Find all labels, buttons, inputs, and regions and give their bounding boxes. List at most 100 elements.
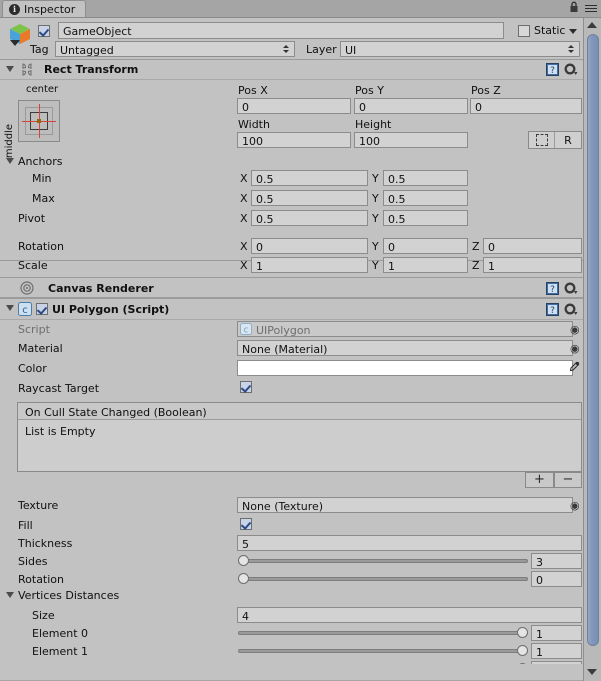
vertices-element-2-slider-knob[interactable]	[517, 663, 528, 664]
scale-z-input[interactable]: 1	[483, 257, 582, 273]
event-add-button[interactable]: +	[525, 472, 554, 488]
help-book-icon[interactable]: ?	[546, 282, 559, 295]
vertices-element-0-slider-track[interactable]	[238, 631, 528, 635]
anchor-max-label: Max	[32, 192, 55, 205]
thickness-input[interactable]: 5	[237, 535, 582, 551]
material-select-icon[interactable]: ◉	[570, 342, 580, 355]
ui-polygon-foldout-icon[interactable]	[6, 305, 14, 311]
pos-y-input[interactable]: 0	[354, 98, 468, 114]
pos-x-input[interactable]: 0	[237, 98, 351, 114]
vertical-scrollbar[interactable]	[583, 18, 601, 681]
rotation-z-input[interactable]: 0	[483, 238, 582, 254]
scale-x-input[interactable]: 1	[251, 257, 368, 273]
material-input[interactable]: None (Material)	[237, 340, 573, 356]
svg-text:?: ?	[550, 306, 555, 316]
gear-icon[interactable]	[564, 303, 578, 316]
scale-z-axis: Z	[472, 259, 480, 272]
width-label: Width	[238, 118, 270, 131]
sides-slider-track[interactable]	[238, 559, 528, 563]
anchor-min-x-input[interactable]: 0.5	[251, 170, 368, 186]
rect-transform-icon	[22, 63, 32, 76]
info-icon: i	[9, 3, 20, 15]
thickness-row: Thickness 5	[0, 534, 583, 552]
gear-icon[interactable]	[564, 282, 578, 295]
raw-edit-button[interactable]: R	[555, 132, 581, 148]
fill-checkbox[interactable]	[240, 518, 252, 530]
color-swatch[interactable]	[237, 360, 573, 376]
rotation-x-input[interactable]: 0	[251, 238, 368, 254]
scrollbar-thumb[interactable]	[587, 34, 599, 646]
help-book-icon[interactable]: ?	[546, 303, 559, 316]
ui-polygon-enabled-checkbox[interactable]	[36, 303, 48, 315]
polygon-rotation-slider-track[interactable]	[238, 577, 528, 581]
vertices-size-row: Size 4	[0, 606, 583, 624]
scale-y-input[interactable]: 1	[383, 257, 468, 273]
sides-label: Sides	[18, 555, 48, 568]
anchor-min-y-input[interactable]: 0.5	[383, 170, 468, 186]
anchor-max-y-axis: Y	[372, 192, 379, 205]
layer-dropdown[interactable]: UI	[340, 41, 580, 57]
vertices-element-1-slider-knob[interactable]	[517, 645, 528, 656]
rotation-x-axis: X	[240, 240, 248, 253]
vertices-element-0-input[interactable]: 1	[531, 625, 582, 641]
chevron-updown-icon	[283, 45, 290, 55]
width-input[interactable]: 100	[237, 132, 351, 148]
raycast-target-row: Raycast Target	[0, 379, 583, 397]
hamburger-menu-icon[interactable]	[583, 5, 597, 14]
scroll-down-arrow-icon[interactable]	[587, 669, 597, 675]
script-asset-icon: c	[240, 323, 252, 335]
ui-polygon-title: UI Polygon (Script)	[52, 303, 170, 316]
gear-icon[interactable]	[564, 63, 578, 76]
static-checkbox[interactable]	[518, 25, 530, 37]
anchor-min-label: Min	[32, 172, 52, 185]
rect-transform-header[interactable]: Rect Transform ?	[0, 60, 583, 80]
script-select-icon[interactable]: ◉	[570, 323, 580, 336]
blueprint-mode-button[interactable]	[529, 132, 555, 148]
sides-input[interactable]: 3	[531, 553, 582, 569]
pos-z-input[interactable]: 0	[470, 98, 582, 114]
vertices-element-1-slider-track[interactable]	[238, 649, 528, 653]
help-book-icon[interactable]: ?	[546, 63, 559, 76]
vertices-distances-foldout-icon[interactable]	[6, 592, 14, 598]
component-ui-polygon: c UI Polygon (Script) ? Script UIPolygon…	[0, 298, 583, 664]
gameobject-enabled-checkbox[interactable]	[38, 25, 50, 37]
rotation-y-input[interactable]: 0	[383, 238, 468, 254]
texture-select-icon[interactable]: ◉	[570, 499, 580, 512]
static-dropdown-arrow[interactable]	[569, 29, 577, 34]
height-input[interactable]: 100	[354, 132, 468, 148]
gameobject-dropdown-arrow[interactable]	[10, 40, 20, 46]
event-remove-button[interactable]: −	[554, 472, 582, 488]
anchor-max-x-input[interactable]: 0.5	[251, 190, 368, 206]
scroll-up-arrow-icon[interactable]	[587, 22, 597, 28]
anchors-foldout-icon[interactable]	[6, 158, 14, 164]
vertices-element-0-slider-knob[interactable]	[517, 627, 528, 638]
anchor-preset-horizontal-label: center	[26, 84, 59, 95]
ui-polygon-header[interactable]: c UI Polygon (Script) ?	[0, 299, 583, 320]
tag-dropdown[interactable]: Untagged	[55, 41, 295, 57]
vertices-element-2-input[interactable]: 1	[531, 661, 582, 664]
vertices-element-1-input[interactable]: 1	[531, 643, 582, 659]
anchor-preset-widget[interactable]	[18, 100, 60, 142]
eyedropper-icon[interactable]	[567, 361, 580, 375]
vertices-distances-row[interactable]: Vertices Distances	[0, 588, 583, 606]
scale-y-axis: Y	[372, 259, 379, 272]
component-rect-transform: Rect Transform ? center middle Pos X Pos…	[0, 59, 583, 261]
vertices-element-1-label: Element 1	[32, 645, 89, 658]
component-canvas-renderer[interactable]: Canvas Renderer ?	[0, 277, 583, 298]
vertices-size-input[interactable]: 4	[237, 607, 582, 623]
tab-inspector[interactable]: i Inspector	[2, 0, 87, 17]
rect-transform-foldout-icon[interactable]	[6, 66, 14, 72]
sides-slider-knob[interactable]	[238, 555, 249, 566]
texture-input[interactable]: None (Texture)	[237, 497, 573, 513]
raycast-target-checkbox[interactable]	[240, 381, 252, 393]
lock-icon[interactable]	[569, 1, 579, 13]
anchor-max-y-input[interactable]: 0.5	[383, 190, 468, 206]
polygon-rotation-input[interactable]: 0	[531, 571, 582, 587]
static-label: Static	[534, 24, 566, 37]
script-value-field: UIPolygon	[237, 321, 573, 337]
polygon-rotation-slider-knob[interactable]	[238, 573, 249, 584]
pivot-y-input[interactable]: 0.5	[383, 210, 468, 226]
layer-label: Layer	[306, 43, 337, 56]
gameobject-name-input[interactable]: GameObject	[58, 22, 504, 39]
pivot-x-input[interactable]: 0.5	[251, 210, 368, 226]
